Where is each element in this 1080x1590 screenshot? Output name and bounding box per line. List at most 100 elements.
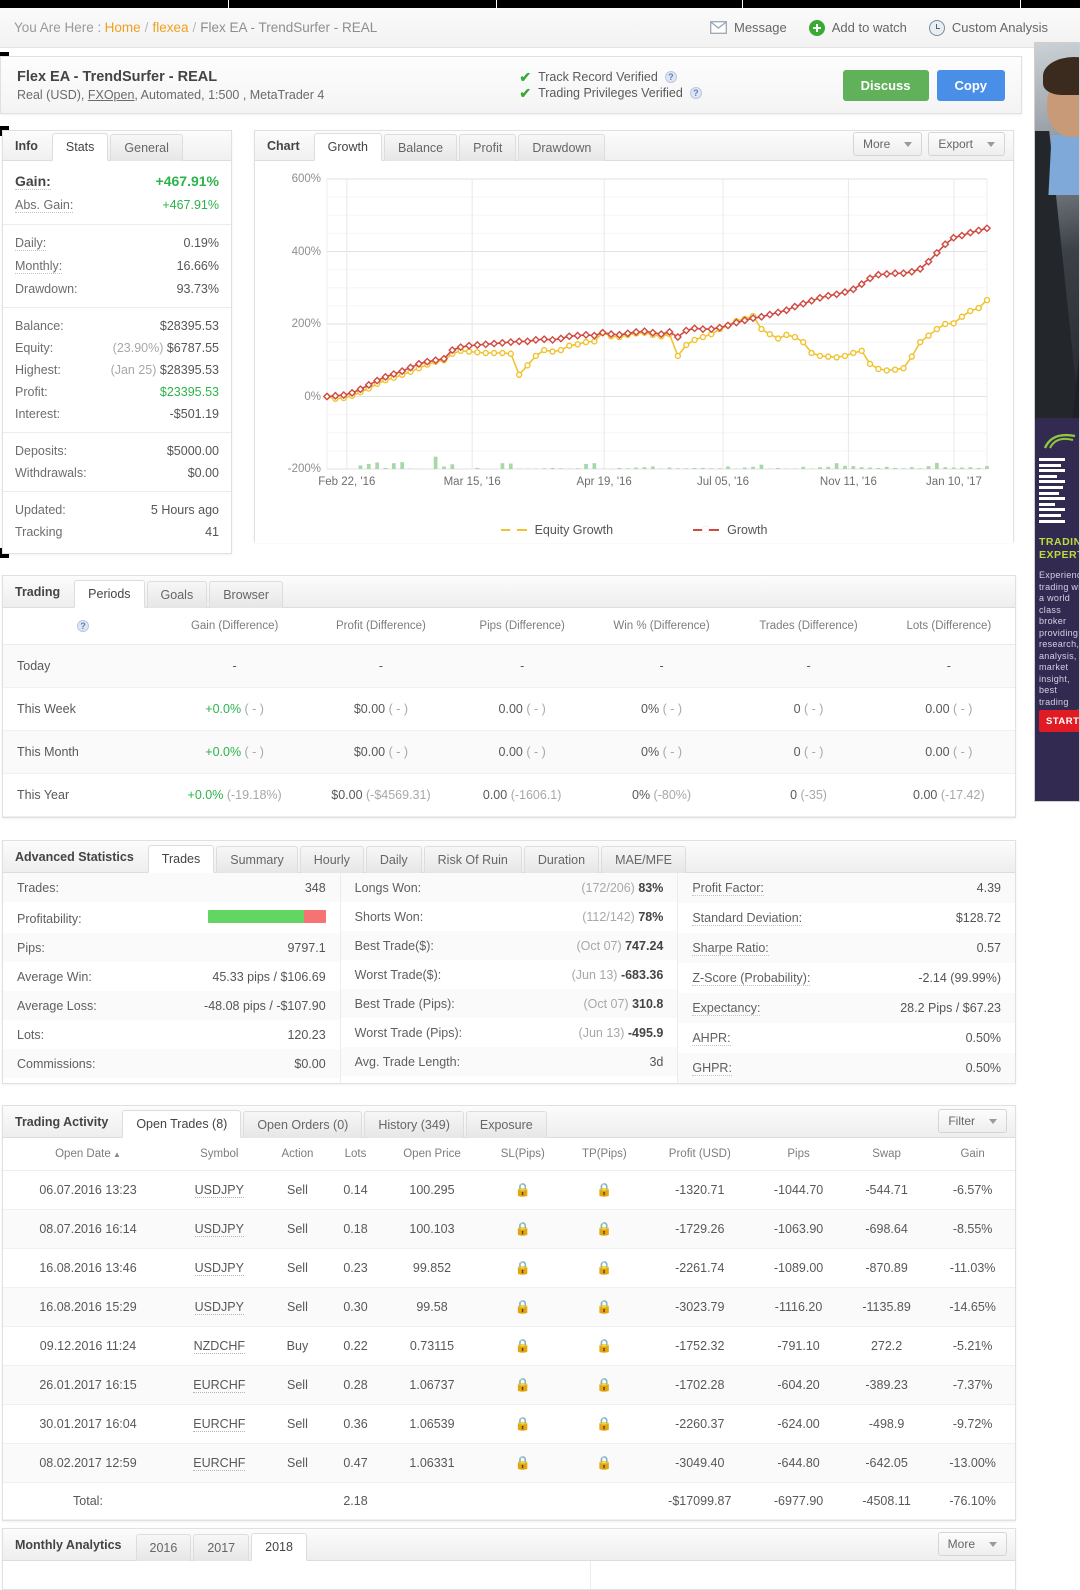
open-trades-column-header[interactable]: Action: [266, 1138, 330, 1171]
tab-exposure[interactable]: Exposure: [466, 1111, 547, 1138]
trade-lots: 0.18: [329, 1210, 382, 1249]
tab-history[interactable]: History (349): [364, 1111, 464, 1138]
account-actions: Discuss Copy: [843, 70, 1005, 101]
advanced-stat-value: (112/142) 78%: [582, 910, 663, 924]
table-row[interactable]: 16.08.2016 13:46USDJPYSell0.2399.852🔒🔒-2…: [3, 1249, 1015, 1288]
table-row[interactable]: 26.01.2017 16:15EURCHFSell0.281.06737🔒🔒-…: [3, 1366, 1015, 1405]
tab-duration[interactable]: Duration: [524, 846, 599, 873]
tab-goals[interactable]: Goals: [147, 581, 208, 608]
periods-cell-difference: ( - ): [950, 745, 973, 759]
tab-risk-of-ruin[interactable]: Risk Of Ruin: [424, 846, 522, 873]
trade-gain: -11.03%: [930, 1249, 1015, 1288]
help-icon-trading-privileges[interactable]: ?: [690, 87, 702, 99]
advanced-stat-row: Profit Factor:4.39: [678, 873, 1015, 903]
help-icon-periods[interactable]: ?: [77, 620, 89, 632]
tab-summary[interactable]: Summary: [216, 846, 297, 873]
tab-2018[interactable]: 2018: [251, 1533, 307, 1561]
stats-divider: [3, 224, 231, 225]
chart-data-point: [692, 337, 697, 342]
advanced-stat-value: (172/206) 83%: [581, 881, 663, 895]
table-row[interactable]: 08.02.2017 12:59EURCHFSell0.471.06331🔒🔒-…: [3, 1444, 1015, 1483]
breadcrumb-system-link[interactable]: flexea: [152, 20, 188, 35]
periods-cell: 0% ( - ): [589, 731, 735, 774]
tab-stats[interactable]: Stats: [52, 133, 109, 161]
chart-more-dropdown[interactable]: More: [853, 132, 922, 156]
symbol-link[interactable]: USDJPY: [195, 1300, 244, 1315]
tab-hourly[interactable]: Hourly: [300, 846, 364, 873]
open-trades-column-header[interactable]: Open Date ▲: [3, 1138, 173, 1171]
open-trades-column-header[interactable]: SL(Pips): [482, 1138, 563, 1171]
chart-data-point: [842, 353, 847, 358]
symbol-link[interactable]: USDJPY: [195, 1183, 244, 1198]
symbol-link[interactable]: USDJPY: [195, 1261, 244, 1276]
activity-filter-dropdown[interactable]: Filter: [938, 1109, 1007, 1133]
copy-button[interactable]: Copy: [937, 70, 1006, 101]
table-row[interactable]: 09.12.2016 11:24NZDCHFBuy0.220.73115🔒🔒-1…: [3, 1327, 1015, 1366]
table-row[interactable]: 08.07.2016 16:14USDJPYSell0.18100.103🔒🔒-…: [3, 1210, 1015, 1249]
browser-chrome-strip: [0, 0, 1080, 8]
tab-2016[interactable]: 2016: [136, 1534, 192, 1561]
open-trades-column-header[interactable]: Symbol: [173, 1138, 266, 1171]
symbol-link[interactable]: EURCHF: [193, 1456, 245, 1471]
open-trades-column-header[interactable]: Profit (USD): [645, 1138, 754, 1171]
chart-volume-bar: [651, 466, 655, 469]
tab-open-orders[interactable]: Open Orders (0): [243, 1111, 362, 1138]
open-trades-column-header[interactable]: Open Price: [382, 1138, 483, 1171]
info-stats-panel: Info Stats General Gain:+467.91%Abs. Gai…: [2, 130, 232, 554]
chart-export-dropdown[interactable]: Export: [928, 132, 1005, 156]
open-trades-column-header[interactable]: Gain: [930, 1138, 1015, 1171]
add-to-watch-action[interactable]: Add to watch: [809, 20, 907, 36]
advanced-stat-value: -2.14 (99.99%): [918, 971, 1001, 985]
trade-pips: -644.80: [754, 1444, 843, 1483]
open-trades-column-header[interactable]: Swap: [843, 1138, 930, 1171]
monthly-more-dropdown[interactable]: More: [938, 1532, 1007, 1556]
open-trades-column-header[interactable]: Lots: [329, 1138, 382, 1171]
tab-daily[interactable]: Daily: [366, 846, 422, 873]
discuss-button[interactable]: Discuss: [843, 70, 929, 101]
stat-label: Drawdown:: [15, 282, 78, 296]
stat-value-prefix: (Jan 25): [111, 363, 160, 377]
message-action[interactable]: Message: [710, 20, 787, 35]
trading-section-title: Trading: [13, 585, 72, 607]
chart-data-point: [817, 353, 822, 358]
symbol-link[interactable]: EURCHF: [193, 1417, 245, 1432]
lock-icon: 🔒: [596, 1377, 612, 1392]
stat-row: Drawdown:93.73%: [3, 278, 231, 300]
open-trades-total-row: Total:2.18-$17099.87-6977.90-4508.11-76.…: [3, 1483, 1015, 1520]
tab-balance[interactable]: Balance: [384, 134, 457, 161]
custom-analysis-action[interactable]: Custom Analysis: [929, 20, 1048, 36]
advanced-stat-row: Best Trade (Pips):(Oct 07) 310.8: [341, 989, 678, 1018]
tab-2017[interactable]: 2017: [193, 1534, 249, 1561]
broker-link[interactable]: FXOpen: [88, 88, 135, 102]
table-row[interactable]: 16.08.2016 15:29USDJPYSell0.3099.58🔒🔒-30…: [3, 1288, 1015, 1327]
help-icon-track-record[interactable]: ?: [665, 71, 677, 83]
stats-divider: [3, 432, 231, 433]
tab-growth[interactable]: Growth: [314, 133, 382, 161]
ad-cta-button[interactable]: START: [1039, 710, 1080, 732]
chart-volume-bar: [902, 468, 906, 469]
periods-cell-value: 0: [794, 745, 801, 759]
tab-profit[interactable]: Profit: [459, 134, 516, 161]
symbol-link[interactable]: USDJPY: [195, 1222, 244, 1237]
chart-plot-area[interactable]: -200%0%200%400%600%Feb 22, '16Mar 15, '1…: [255, 161, 1013, 543]
advanced-stat-value-main: $128.72: [956, 911, 1001, 925]
trade-lots: 0.14: [329, 1171, 382, 1210]
tab-drawdown[interactable]: Drawdown: [518, 134, 605, 161]
symbol-link[interactable]: NZDCHF: [194, 1339, 245, 1354]
tab-open-trades[interactable]: Open Trades (8): [122, 1110, 241, 1138]
open-trades-column-header[interactable]: Pips: [754, 1138, 843, 1171]
breadcrumb-home-link[interactable]: Home: [105, 20, 141, 35]
open-trades-column-header[interactable]: TP(Pips): [563, 1138, 645, 1171]
tab-general[interactable]: General: [110, 134, 182, 161]
tab-trades[interactable]: Trades: [148, 845, 214, 873]
advertisement-banner[interactable]: TRADING EXPERT Experience trading with a…: [1034, 42, 1080, 802]
legend-label-growth: Growth: [727, 523, 767, 537]
trade-open-price: 100.103: [382, 1210, 483, 1249]
table-row[interactable]: 06.07.2016 13:23USDJPYSell0.14100.295🔒🔒-…: [3, 1171, 1015, 1210]
stat-row: Daily:0.19%: [3, 232, 231, 255]
tab-browser[interactable]: Browser: [209, 581, 283, 608]
tab-mae-mfe[interactable]: MAE/MFE: [601, 846, 686, 873]
symbol-link[interactable]: EURCHF: [193, 1378, 245, 1393]
table-row[interactable]: 30.01.2017 16:04EURCHFSell0.361.06539🔒🔒-…: [3, 1405, 1015, 1444]
tab-periods[interactable]: Periods: [74, 580, 144, 608]
